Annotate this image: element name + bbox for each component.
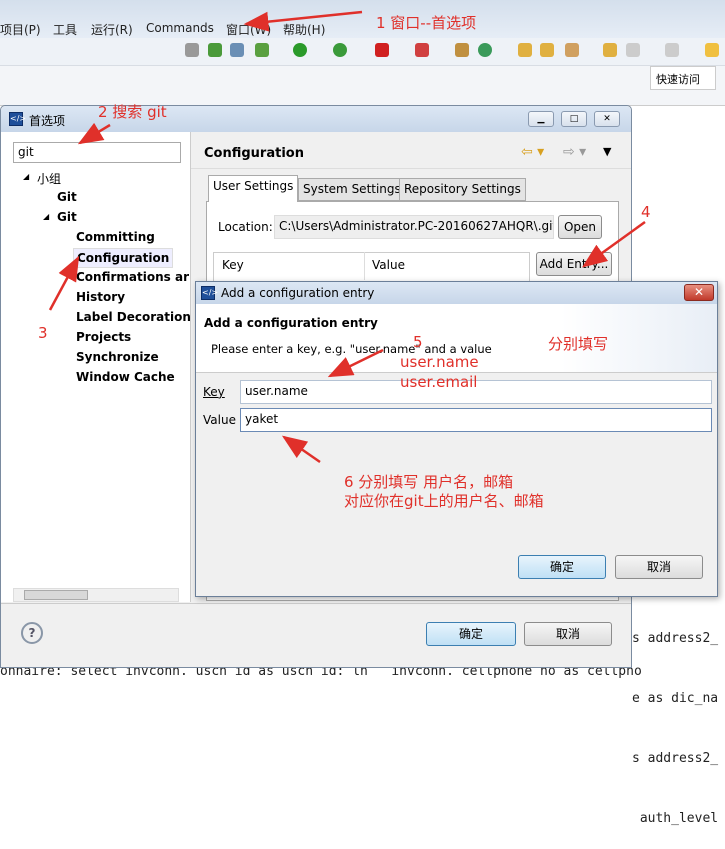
annotation-arrow <box>48 255 80 311</box>
annotation-arrow <box>243 10 363 32</box>
code-line: s address2_ <box>632 751 719 766</box>
annotation-1: 1 窗口--首选项 <box>376 14 477 32</box>
annotation-key-name: user.name <box>400 353 479 371</box>
code-line: e as dic_na <box>632 691 719 706</box>
annotation-6: 6 分别填写 用户名，邮箱 <box>344 473 514 491</box>
code-line: auth_level <box>632 811 719 826</box>
annotation-arrow <box>581 220 646 268</box>
annotation-5: 5 <box>413 333 423 351</box>
annotation-3: 3 <box>38 324 48 342</box>
annotation-arrow <box>281 435 321 464</box>
annotation-arrow <box>327 348 384 378</box>
annotation-key-email: user.email <box>400 373 478 391</box>
annotation-5-note: 分别填写 <box>548 335 609 353</box>
annotation-arrow <box>77 122 111 145</box>
annotation-2: 2 搜索 git <box>98 103 167 121</box>
annotation-6-note: 对应你在git上的用户名、邮箱 <box>344 492 544 510</box>
annotation-4: 4 <box>641 203 651 221</box>
